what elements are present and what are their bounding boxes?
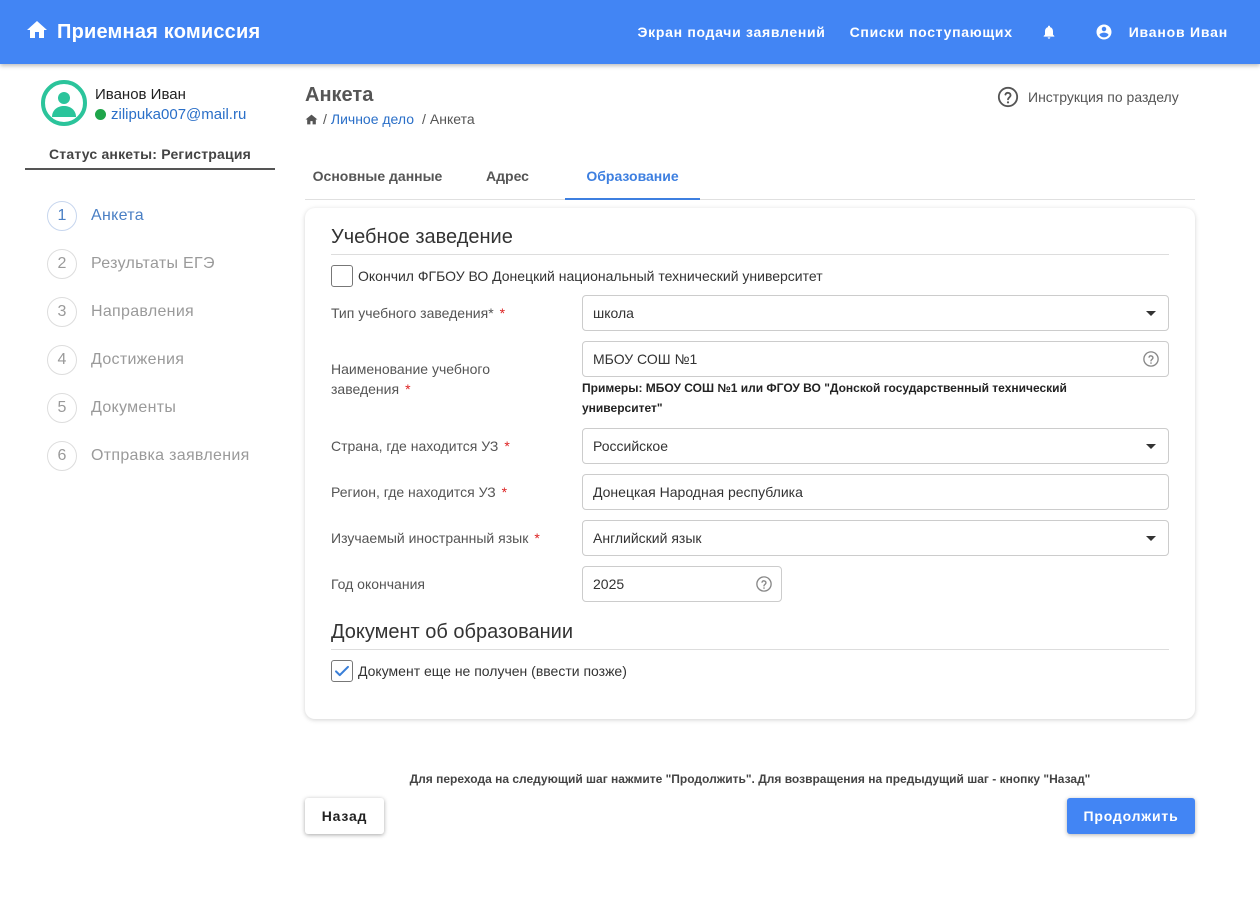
graduation-year-value: 2025 [593,576,625,592]
graduated-checkbox[interactable] [331,265,353,287]
chevron-down-icon [1146,311,1156,316]
foreign-language-label: Изучаемый иностранный язык * [331,530,540,546]
chevron-down-icon [1146,444,1156,449]
step-submit-application[interactable]: 6 Отправка заявления [47,432,275,480]
step-number: 4 [47,345,77,375]
institution-type-label: Тип учебного заведения* * [331,305,506,321]
step-label: Направления [91,303,195,320]
chevron-down-icon [1146,536,1156,541]
country-value: Российское [593,438,669,454]
navigation-hint: Для перехода на следующий шаг нажмите "П… [409,772,1091,786]
breadcrumb: / Личное дело / Анкета [305,111,475,127]
institution-name-value: МБОУ СОШ №1 [593,351,698,367]
tab-main-data[interactable]: Основные данные [305,152,450,199]
country-label: Страна, где находится УЗ * [331,438,510,454]
nav-applicants-lists[interactable]: Списки поступающих [850,24,1013,40]
help-circle-icon [997,86,1019,108]
checkmark-icon [335,665,349,677]
online-status-dot [95,109,106,120]
graduated-checkbox-label: Окончил ФГБОУ ВО Донецкий национальный т… [358,268,823,284]
institution-type-select[interactable]: школа [582,295,1169,331]
tab-education[interactable]: Образование [565,152,700,200]
user-name: Иванов Иван [1128,24,1228,40]
page-title: Анкета [305,84,374,106]
step-number: 1 [47,201,77,231]
document-section-title: Документ об образовании [331,621,573,643]
help-circle-icon[interactable] [1142,350,1160,368]
region-label: Регион, где находится УЗ * [331,484,508,500]
steps-list: 1 Анкета 2 Результаты ЕГЭ 3 Направления … [25,192,275,480]
document-not-received-row[interactable]: Документ еще не получен (ввести позже) [331,660,627,682]
top-nav: Экран подачи заявлений Списки поступающи… [613,0,1228,64]
breadcrumb-separator: / [422,111,426,127]
home-icon[interactable] [305,113,318,126]
sidebar: Иванов Иван zilipuka007@mail.ru Статус а… [25,64,275,480]
institution-name-input[interactable]: МБОУ СОШ №1 [582,341,1169,377]
step-number: 3 [47,297,77,327]
step-number: 2 [47,249,77,279]
top-app-bar: Приемная комиссия Экран подачи заявлений… [0,0,1260,64]
institution-name-label: Наименование учебного заведения * [331,361,490,397]
breadcrumb-personal-file[interactable]: Личное дело [331,111,414,127]
country-select[interactable]: Российское [582,428,1169,464]
help-circle-icon[interactable] [755,575,773,593]
bell-icon[interactable] [1041,24,1057,40]
breadcrumb-separator: / [323,111,327,127]
institution-name-hint: Примеры: МБОУ СОШ №1 или ФГОУ ВО "Донско… [582,381,1067,415]
home-icon [25,18,49,47]
person-icon [52,92,76,117]
step-number: 6 [47,441,77,471]
profile-card: Иванов Иван zilipuka007@mail.ru [25,64,275,146]
step-documents[interactable]: 5 Документы [47,384,275,432]
institution-section-title: Учебное заведение [331,226,513,248]
user-menu[interactable]: Иванов Иван [1095,23,1228,41]
avatar [41,80,87,126]
tab-address[interactable]: Адрес [450,152,565,199]
institution-type-value: школа [593,305,634,321]
document-not-received-checkbox[interactable] [331,660,353,682]
foreign-language-value: Английский язык [593,530,702,546]
step-exam-results[interactable]: 2 Результаты ЕГЭ [47,240,275,288]
back-button[interactable]: Назад [305,798,384,834]
step-label: Результаты ЕГЭ [91,255,215,272]
step-directions[interactable]: 3 Направления [47,288,275,336]
region-value: Донецкая Народная республика [593,484,803,500]
graduation-year-input[interactable]: 2025 [582,566,782,602]
tabs: Основные данные Адрес Образование [305,152,1195,200]
step-label: Документы [91,399,177,416]
profile-name: Иванов Иван [95,86,186,103]
continue-button[interactable]: Продолжить [1067,798,1195,834]
questionnaire-status: Статус анкеты: Регистрация [25,146,275,170]
step-number: 5 [47,393,77,423]
section-divider [331,254,1169,255]
document-not-received-label: Документ еще не получен (ввести позже) [358,663,627,679]
nav-applications-screen[interactable]: Экран подачи заявлений [637,24,825,40]
section-divider [331,649,1169,650]
app-title: Приемная комиссия [57,20,261,43]
profile-email[interactable]: zilipuka007@mail.ru [111,106,246,123]
section-instructions-link[interactable]: Инструкция по разделу [997,86,1179,108]
step-label: Отправка заявления [91,447,250,464]
graduated-checkbox-row[interactable]: Окончил ФГБОУ ВО Донецкий национальный т… [331,265,823,287]
foreign-language-select[interactable]: Английский язык [582,520,1169,556]
step-achievements[interactable]: 4 Достижения [47,336,275,384]
graduation-year-label: Год окончания [331,576,425,592]
account-circle-icon [1096,24,1112,40]
breadcrumb-current: Анкета [429,111,475,127]
step-label: Достижения [91,351,185,368]
help-text: Инструкция по разделу [1028,89,1179,105]
home-link[interactable]: Приемная комиссия [25,18,260,47]
region-input[interactable]: Донецкая Народная республика [582,474,1169,510]
step-questionnaire[interactable]: 1 Анкета [47,192,275,240]
step-label: Анкета [91,207,144,224]
education-form-card: Учебное заведение Окончил ФГБОУ ВО Донец… [305,208,1195,719]
